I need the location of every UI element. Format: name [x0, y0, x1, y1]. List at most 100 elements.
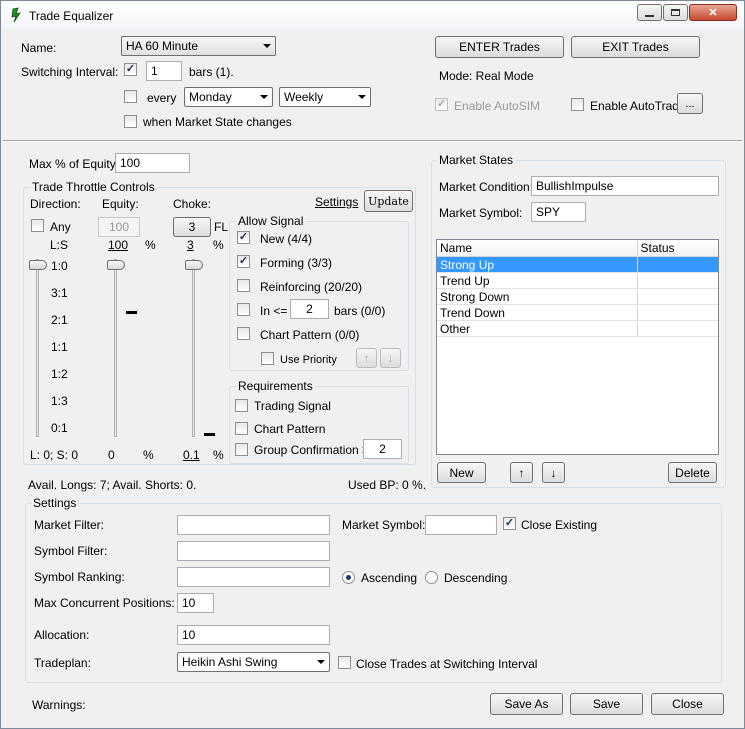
- move-down-button[interactable]: ↓: [542, 462, 565, 483]
- table-row[interactable]: Strong Down: [437, 288, 718, 305]
- close-window-button[interactable]: ✕: [689, 4, 737, 21]
- chart-pattern-signal-label: Chart Pattern (0/0): [260, 328, 360, 342]
- frequency-dropdown-value: Weekly: [284, 90, 324, 104]
- trading-signal-checkbox[interactable]: [235, 399, 248, 412]
- symbol-filter-label: Symbol Filter:: [34, 544, 108, 558]
- table-row[interactable]: Trend Up: [437, 272, 718, 289]
- descending-radio[interactable]: [425, 571, 438, 584]
- chart-pattern-req-label: Chart Pattern: [254, 422, 326, 436]
- new-signal-checkbox[interactable]: ✓: [237, 231, 250, 244]
- column-header-name[interactable]: Name: [437, 240, 638, 257]
- market-states-list[interactable]: Name Status Strong Up Trend Up Strong Down…: [436, 239, 719, 455]
- name-label: Name:: [21, 41, 57, 55]
- in-bars-input[interactable]: 2: [290, 299, 329, 319]
- enable-autosim-label: Enable AutoSIM: [454, 99, 541, 113]
- max-equity-input[interactable]: 100: [115, 153, 190, 173]
- market-state-change-checkbox[interactable]: [124, 115, 137, 128]
- ratio-label: 0:1: [51, 421, 68, 435]
- market-filter-input[interactable]: [177, 515, 330, 535]
- exit-trades-button[interactable]: EXIT Trades: [571, 36, 700, 58]
- tradeplan-dropdown[interactable]: Heikin Ashi Swing: [177, 652, 330, 672]
- table-row[interactable]: Other: [437, 320, 718, 337]
- close-button[interactable]: Close: [651, 693, 724, 715]
- market-symbol-input[interactable]: SPY: [531, 202, 586, 222]
- max-positions-label: Max Concurrent Positions:: [34, 596, 175, 610]
- market-condition-input[interactable]: BullishImpulse: [531, 176, 719, 196]
- trade-equalizer-window: Trade Equalizer ✕ Name: HA 60 Minute Swi…: [0, 0, 745, 729]
- priority-up-button[interactable]: ↑: [356, 348, 377, 368]
- ratio-label: 1:2: [51, 367, 68, 381]
- reinforcing-signal-label: Reinforcing (20/20): [260, 280, 363, 294]
- use-priority-label: Use Priority: [280, 354, 337, 366]
- any-direction-checkbox[interactable]: [31, 219, 44, 232]
- close-existing-label: Close Existing: [521, 518, 598, 532]
- forming-signal-checkbox[interactable]: ✓: [237, 255, 250, 268]
- enable-autosim-checkbox[interactable]: ✓: [435, 98, 448, 111]
- choke-slider-track[interactable]: [192, 259, 195, 437]
- autotrade-options-button[interactable]: ...: [677, 93, 703, 114]
- title-bar[interactable]: Trade Equalizer ✕: [1, 1, 744, 29]
- reinforcing-signal-checkbox[interactable]: [237, 279, 250, 292]
- market-states-table: Name Status Strong Up Trend Up Strong Down…: [437, 240, 718, 337]
- close-existing-checkbox[interactable]: ✓: [503, 517, 516, 530]
- table-row[interactable]: Strong Up: [437, 256, 718, 273]
- trading-signal-label: Trading Signal: [254, 399, 331, 413]
- symbol-ranking-input[interactable]: [177, 567, 330, 587]
- every-checkbox[interactable]: [124, 90, 137, 103]
- in-bars-checkbox[interactable]: [237, 303, 250, 316]
- chart-pattern-req-checkbox[interactable]: [235, 422, 248, 435]
- switching-interval-checkbox[interactable]: ✓: [124, 63, 137, 76]
- chart-pattern-signal-checkbox[interactable]: [237, 327, 250, 340]
- chevron-down-icon: [260, 95, 268, 99]
- settings-link[interactable]: Settings: [315, 195, 358, 209]
- any-direction-label: Any: [50, 220, 71, 234]
- symbol-filter-input[interactable]: [177, 541, 330, 561]
- equity-slider-track[interactable]: [114, 259, 117, 437]
- minimize-button[interactable]: [637, 4, 662, 21]
- every-label: every: [147, 91, 177, 105]
- settings-market-symbol-input[interactable]: [425, 515, 497, 535]
- choke-value: 3: [187, 238, 194, 252]
- enable-autotrade-checkbox[interactable]: [571, 98, 584, 111]
- choke-slider-thumb[interactable]: [185, 260, 203, 270]
- direction-slider-track[interactable]: [36, 259, 39, 437]
- market-symbol-label: Market Symbol:: [439, 206, 523, 220]
- close-trades-label: Close Trades at Switching Interval: [356, 657, 538, 671]
- table-row[interactable]: Trend Down: [437, 304, 718, 321]
- direction-slider-thumb[interactable]: [29, 260, 47, 270]
- ratio-label: 1:1: [51, 340, 68, 354]
- enter-trades-button[interactable]: ENTER Trades: [435, 36, 564, 58]
- equity-slider-thumb[interactable]: [107, 260, 125, 270]
- maximize-button[interactable]: [663, 4, 688, 21]
- update-button[interactable]: Update: [364, 190, 413, 212]
- equity-bottom-value: 0: [108, 448, 115, 462]
- arrow-down-icon: ↓: [550, 465, 557, 480]
- day-dropdown[interactable]: Monday: [184, 87, 273, 107]
- requirements-title: Requirements: [236, 379, 315, 393]
- switching-interval-input[interactable]: 1: [146, 61, 182, 81]
- allocation-input[interactable]: 10: [177, 625, 330, 645]
- save-button[interactable]: Save: [570, 693, 643, 715]
- column-header-status[interactable]: Status: [637, 240, 718, 257]
- minimize-icon: [645, 14, 654, 17]
- name-dropdown[interactable]: HA 60 Minute: [121, 36, 276, 56]
- new-market-state-button[interactable]: New: [437, 462, 486, 483]
- priority-down-button[interactable]: ↓: [380, 348, 401, 368]
- delete-market-state-button[interactable]: Delete: [668, 462, 717, 483]
- frequency-dropdown[interactable]: Weekly: [279, 87, 371, 107]
- max-equity-label: Max % of Equity:: [29, 157, 120, 171]
- group-confirmation-input[interactable]: 2: [363, 439, 402, 459]
- group-confirmation-checkbox[interactable]: [235, 443, 248, 456]
- ratio-label: 1:3: [51, 394, 68, 408]
- close-trades-checkbox[interactable]: [338, 656, 351, 669]
- choke-button[interactable]: 3: [173, 217, 211, 237]
- ratio-label: 2:1: [51, 313, 68, 327]
- use-priority-checkbox[interactable]: [261, 352, 274, 365]
- trade-throttle-title: Trade Throttle Controls: [30, 180, 157, 194]
- max-positions-input[interactable]: 10: [177, 593, 214, 613]
- ascending-radio[interactable]: [342, 571, 355, 584]
- save-as-button[interactable]: Save As: [490, 693, 563, 715]
- move-up-button[interactable]: ↑: [510, 462, 533, 483]
- row-status-cell: [637, 256, 718, 273]
- allow-signal-title: Allow Signal: [236, 214, 306, 228]
